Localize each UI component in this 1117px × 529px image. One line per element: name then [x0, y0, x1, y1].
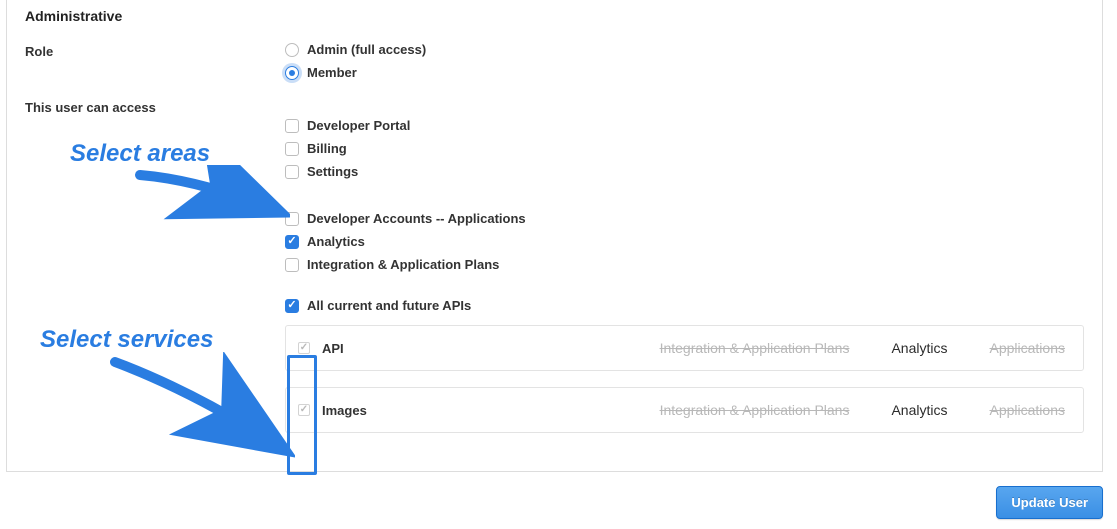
perm-applications: Applications [990, 402, 1066, 418]
role-option-label: Admin (full access) [307, 42, 426, 57]
perm-integration: Integration & Application Plans [660, 402, 850, 418]
check-integration[interactable]: Integration & Application Plans [285, 257, 1084, 272]
checkbox-icon [285, 235, 299, 249]
check-label: Integration & Application Plans [307, 257, 499, 272]
check-billing[interactable]: Billing [285, 141, 1084, 156]
check-label: Analytics [307, 234, 365, 249]
check-analytics[interactable]: Analytics [285, 234, 1084, 249]
service-name: API [322, 341, 618, 356]
perm-analytics: Analytics [891, 340, 947, 356]
check-label: Billing [307, 141, 347, 156]
perm-integration: Integration & Application Plans [660, 340, 850, 356]
perm-applications: Applications [990, 340, 1066, 356]
check-developer-portal[interactable]: Developer Portal [285, 118, 1084, 133]
service-name: Images [322, 403, 618, 418]
checkbox-icon [285, 258, 299, 272]
checkbox-icon [285, 165, 299, 179]
service-row-images: Images Integration & Application Plans A… [285, 387, 1084, 433]
checkbox-icon [285, 299, 299, 313]
role-label: Role [25, 42, 285, 59]
radio-icon [285, 66, 299, 80]
checkbox-icon[interactable] [298, 342, 310, 354]
admin-panel: Administrative Role Admin (full access) … [6, 0, 1103, 472]
check-label: Developer Portal [307, 118, 410, 133]
check-label: All current and future APIs [307, 298, 471, 313]
role-row: Role Admin (full access) Member [25, 42, 1084, 88]
checkbox-icon [285, 142, 299, 156]
check-label: Developer Accounts -- Applications [307, 211, 526, 226]
checkbox-icon[interactable] [298, 404, 310, 416]
check-all-apis[interactable]: All current and future APIs [285, 298, 1084, 313]
perm-analytics: Analytics [891, 402, 947, 418]
access-label: This user can access [25, 98, 285, 115]
service-row-api: API Integration & Application Plans Anal… [285, 325, 1084, 371]
checkbox-icon [285, 212, 299, 226]
checkbox-icon [285, 119, 299, 133]
radio-icon [285, 43, 299, 57]
check-label: Settings [307, 164, 358, 179]
role-option-admin[interactable]: Admin (full access) [285, 42, 426, 57]
role-option-member[interactable]: Member [285, 65, 426, 80]
check-developer-accounts[interactable]: Developer Accounts -- Applications [285, 211, 1084, 226]
section-title: Administrative [25, 8, 1084, 24]
access-row: This user can access Developer Portal Bi… [25, 98, 1084, 449]
role-option-label: Member [307, 65, 357, 80]
check-settings[interactable]: Settings [285, 164, 1084, 179]
update-user-button[interactable]: Update User [996, 486, 1103, 519]
